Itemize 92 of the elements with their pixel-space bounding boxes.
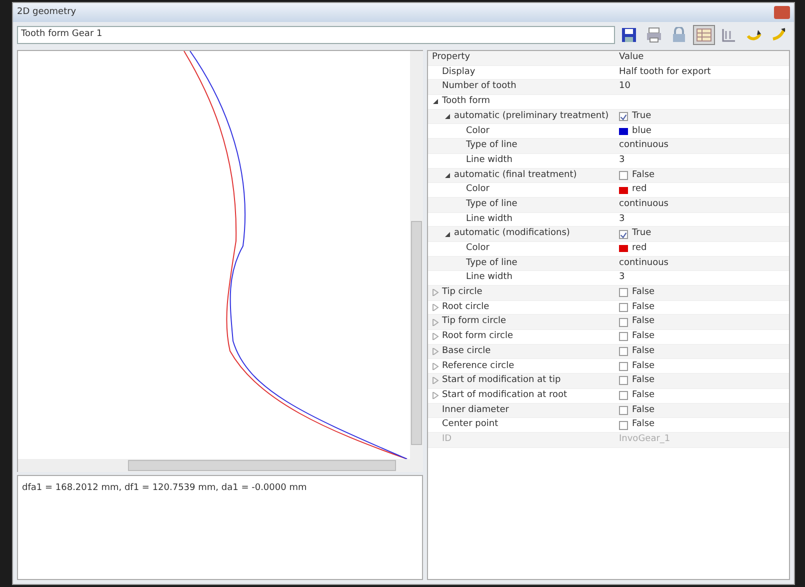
dropdown-field[interactable]: Tooth form Gear 1 bbox=[17, 26, 615, 44]
scrollbar-thumb[interactable] bbox=[128, 460, 396, 471]
checkbox[interactable] bbox=[619, 391, 628, 400]
save-icon bbox=[621, 27, 637, 43]
checkbox[interactable] bbox=[619, 230, 628, 239]
expanded-arrow-icon[interactable] bbox=[444, 113, 451, 120]
property-name: automatic (modifications) bbox=[454, 227, 570, 240]
checkbox[interactable] bbox=[619, 347, 628, 356]
property-name: Color bbox=[466, 124, 490, 138]
property-name: Center point bbox=[442, 418, 498, 432]
property-name: Tooth form bbox=[442, 95, 490, 108]
property-value: False bbox=[632, 168, 655, 182]
vertical-scrollbar[interactable] bbox=[410, 51, 423, 459]
expanded-arrow-icon[interactable] bbox=[444, 230, 451, 238]
property-name: Line width bbox=[466, 154, 512, 167]
checkbox[interactable] bbox=[619, 303, 628, 312]
property-name: Tip form circle bbox=[442, 315, 506, 328]
property-name: Reference circle bbox=[442, 360, 514, 373]
property-name: Start of modification at root bbox=[442, 388, 568, 402]
collapsed-arrow-icon[interactable] bbox=[432, 318, 439, 326]
property-name: Root circle bbox=[442, 300, 490, 314]
property-name: automatic (final treatment) bbox=[454, 168, 577, 182]
collapsed-arrow-icon[interactable] bbox=[432, 304, 439, 312]
property-value: False bbox=[632, 330, 655, 344]
property-value: InvoGear_1 bbox=[619, 432, 670, 446]
property-name: Inner diameter bbox=[442, 404, 509, 417]
scrollbar-thumb[interactable] bbox=[411, 221, 422, 445]
checkbox[interactable] bbox=[619, 170, 628, 180]
table-icon bbox=[696, 27, 712, 43]
property-name: Type of line bbox=[466, 139, 518, 152]
property-name: Type of line bbox=[466, 256, 518, 270]
property-value: red bbox=[632, 242, 647, 256]
collapsed-arrow-icon[interactable] bbox=[432, 377, 439, 384]
expanded-arrow-icon[interactable] bbox=[432, 98, 439, 106]
property-value: False bbox=[632, 404, 655, 417]
property-value: False bbox=[632, 388, 655, 402]
readout-text: dfa1 = 168.2012 mm, df1 = 120.7539 mm, da1 = -0.0000 mm bbox=[17, 475, 423, 580]
property-name: Color bbox=[466, 242, 490, 256]
property-value: 3 bbox=[619, 212, 625, 226]
table-button[interactable] bbox=[693, 25, 715, 45]
printer-icon bbox=[646, 27, 662, 43]
property-value: blue bbox=[632, 124, 652, 138]
lock-icon bbox=[671, 27, 687, 43]
property-value: False bbox=[632, 300, 655, 314]
property-value: False bbox=[632, 344, 655, 358]
checkbox[interactable] bbox=[619, 318, 628, 327]
property-value: 3 bbox=[619, 154, 625, 167]
property-value: False bbox=[632, 315, 655, 328]
property-value: continuous bbox=[619, 139, 668, 152]
property-name: ID bbox=[442, 432, 452, 446]
property-value: 3 bbox=[619, 271, 625, 284]
property-name: Root form circle bbox=[442, 330, 514, 344]
collapsed-arrow-icon[interactable] bbox=[432, 333, 439, 340]
checkbox[interactable] bbox=[619, 420, 628, 430]
property-value: False bbox=[632, 360, 655, 373]
property-name: Color bbox=[466, 183, 490, 196]
horizontal-scrollbar[interactable] bbox=[18, 459, 410, 472]
checkbox[interactable] bbox=[619, 376, 628, 386]
property-value: Half tooth for export bbox=[619, 66, 711, 79]
property-name: Line width bbox=[466, 271, 512, 284]
property-value: False bbox=[632, 418, 655, 432]
chart-icon bbox=[721, 27, 737, 43]
column-header: Value bbox=[619, 51, 644, 64]
column-header: Property bbox=[432, 51, 470, 64]
expanded-arrow-icon[interactable] bbox=[444, 172, 451, 179]
checkbox[interactable] bbox=[619, 332, 628, 342]
property-value: continuous bbox=[619, 198, 668, 211]
collapsed-arrow-icon[interactable] bbox=[432, 348, 439, 356]
checkbox[interactable] bbox=[619, 288, 628, 298]
property-name: Type of line bbox=[466, 198, 518, 211]
property-value: continuous bbox=[619, 256, 668, 270]
property-value: red bbox=[632, 183, 647, 196]
redo-arrow-icon bbox=[771, 27, 787, 43]
window-title: 2D geometry bbox=[17, 6, 76, 19]
collapsed-arrow-icon[interactable] bbox=[432, 289, 439, 296]
collapsed-arrow-icon[interactable] bbox=[432, 392, 439, 400]
property-value: False bbox=[632, 286, 655, 300]
property-name: Number of tooth bbox=[442, 80, 516, 94]
checkbox[interactable] bbox=[619, 362, 628, 371]
property-name: Tip circle bbox=[442, 286, 482, 300]
checkbox[interactable] bbox=[619, 112, 628, 122]
property-name: Base circle bbox=[442, 344, 491, 358]
property-name: Line width bbox=[466, 212, 512, 226]
property-name: Start of modification at tip bbox=[442, 374, 561, 388]
property-name: automatic (preliminary treatment) bbox=[454, 110, 609, 123]
collapsed-arrow-icon[interactable] bbox=[432, 362, 439, 370]
property-name: Display bbox=[442, 66, 476, 79]
checkbox[interactable] bbox=[619, 406, 628, 415]
property-value: True bbox=[632, 110, 652, 123]
property-value: False bbox=[632, 374, 655, 388]
property-value: True bbox=[632, 227, 652, 240]
property-value: 10 bbox=[619, 80, 630, 94]
